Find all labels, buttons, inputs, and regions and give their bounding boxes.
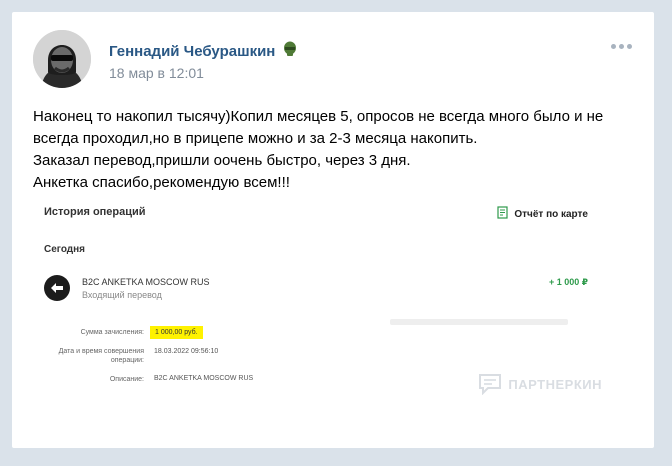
ops-history-title: История операций — [44, 206, 146, 218]
more-dots-icon[interactable] — [611, 44, 632, 49]
sum-label: Сумма зачисления: — [80, 329, 144, 336]
datetime-label: Дата и время совершения операции: — [58, 348, 144, 364]
post-card: Геннадий Чебурашкин 18 мар в 12:01 Након… — [12, 12, 654, 448]
watermark-chat-icon — [479, 374, 502, 395]
desc-label: Описание: — [109, 376, 144, 383]
author-name[interactable]: Геннадий Чебурашкин — [109, 41, 297, 61]
tx-name: B2C ANKETKA MOSCOW RUS — [82, 277, 210, 287]
arrow-left-icon — [44, 275, 70, 301]
tx-bar — [390, 319, 568, 325]
sum-value: 1 000,00 руб. — [150, 326, 203, 339]
desc-value: B2C ANKETKA MOSCOW RUS — [154, 375, 254, 382]
post-date[interactable]: 18 мар в 12:01 — [109, 65, 204, 81]
post-text-line: Наконец то накопил тысячу)Копил месяцев … — [33, 108, 604, 125]
post-text: Наконец то накопил тысячу)Копил месяцев … — [33, 106, 633, 194]
helmet-badge-icon — [283, 41, 297, 61]
datetime-value: 18.03.2022 09:56:10 — [154, 348, 219, 355]
watermark-text: ПАРТНЕРКИН — [508, 376, 602, 392]
tx-amount: + 1 000 ₽ — [548, 277, 588, 287]
attached-screenshot[interactable]: История операций Отчёт по карте Сегодня … — [32, 198, 602, 384]
post-text-line: всегда проходил,но в прицепе можно и за … — [33, 130, 478, 147]
report-document-icon — [497, 206, 508, 222]
section-today: Сегодня — [44, 244, 86, 255]
watermark: ПАРТНЕРКИН — [478, 373, 602, 395]
author-name-text[interactable]: Геннадий Чебурашкин — [109, 43, 275, 60]
report-label: Отчёт по карте — [514, 208, 588, 220]
tx-type: Входящий перевод — [82, 290, 162, 300]
avatar[interactable] — [33, 30, 91, 88]
report-link: Отчёт по карте — [497, 206, 588, 222]
post-text-line: Анкетка спасибо,рекомендую всем!!! — [33, 174, 290, 191]
post-text-line: Заказал перевод,пришли оочень быстро, че… — [33, 152, 411, 169]
